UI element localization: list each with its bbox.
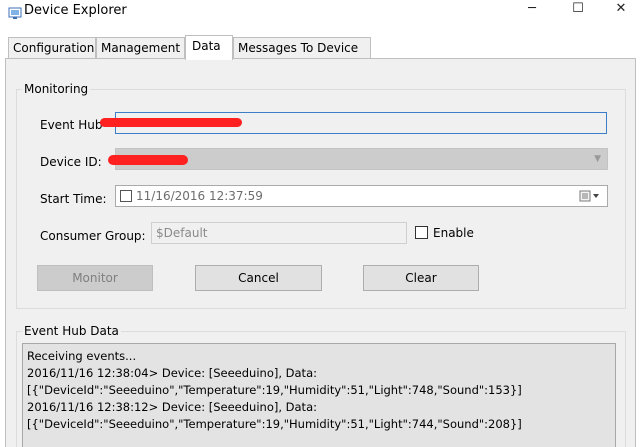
- start-time-checkbox[interactable]: [120, 190, 132, 202]
- title-bar[interactable]: Device Explorer ─ ☐ ✕: [0, 0, 644, 32]
- calendar-icon[interactable]: [579, 189, 601, 203]
- redaction-mark: [100, 118, 242, 127]
- start-time-label: Start Time:: [40, 192, 107, 206]
- log-line: 2016/11/16 12:38:12> Device: [Seeeduino]…: [27, 400, 317, 414]
- close-button[interactable]: ✕: [598, 0, 644, 18]
- redaction-mark: [108, 155, 188, 165]
- log-line: 2016/11/16 12:38:04> Device: [Seeeduino]…: [27, 366, 317, 380]
- consumer-group-input[interactable]: $Default: [151, 222, 407, 244]
- log-line: [{"DeviceId":"Seeeduino","Temperature":1…: [27, 417, 522, 431]
- log-line: [{"DeviceId":"Seeeduino","Temperature":1…: [27, 383, 522, 397]
- start-time-value: 11/16/2016 12:37:59: [136, 189, 263, 203]
- monitoring-group-title: Monitoring: [22, 82, 91, 96]
- tab-data[interactable]: Data: [185, 35, 233, 60]
- start-time-picker[interactable]: 11/16/2016 12:37:59: [115, 185, 608, 207]
- log-line: Receiving events...: [27, 349, 137, 363]
- enable-label: Enable: [433, 226, 474, 240]
- tab-management[interactable]: Management: [96, 37, 185, 58]
- device-id-label: Device ID:: [40, 155, 102, 169]
- minimize-button[interactable]: ─: [509, 0, 555, 18]
- device-id-select[interactable]: ▼: [115, 148, 608, 170]
- event-hub-label: Event Hub: [40, 118, 103, 132]
- event-log-textarea[interactable]: Receiving events... 2016/11/16 12:38:04> …: [22, 343, 616, 447]
- tab-configuration[interactable]: Configuration: [8, 37, 96, 58]
- enable-checkbox[interactable]: [415, 226, 428, 239]
- chevron-down-icon: ▼: [594, 154, 601, 164]
- monitor-button[interactable]: Monitor: [37, 265, 153, 291]
- window-title: Device Explorer: [24, 3, 127, 18]
- clear-button[interactable]: Clear: [363, 265, 479, 291]
- app-icon: [8, 7, 22, 19]
- maximize-button[interactable]: ☐: [555, 0, 601, 18]
- consumer-group-label: Consumer Group:: [40, 229, 146, 243]
- tab-messages-to-device[interactable]: Messages To Device: [233, 37, 371, 58]
- cancel-button[interactable]: Cancel: [195, 265, 322, 291]
- event-hub-data-title: Event Hub Data: [22, 324, 121, 338]
